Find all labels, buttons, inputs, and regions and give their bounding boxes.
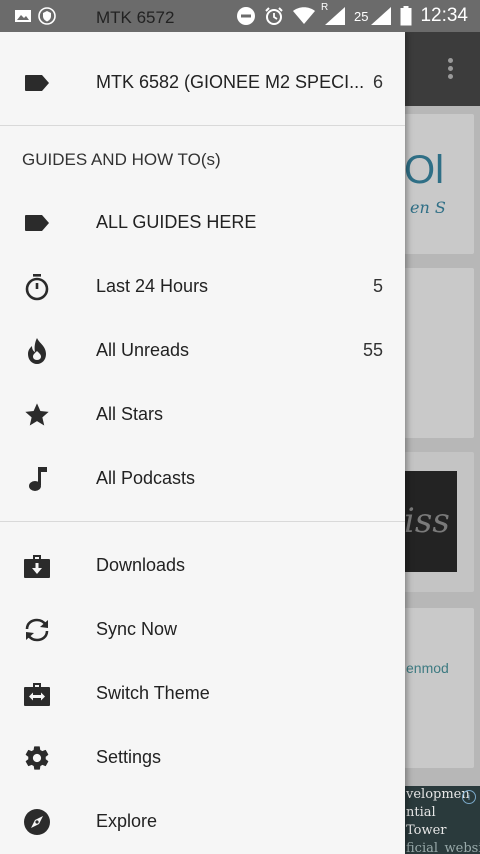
flame-icon — [22, 337, 52, 365]
unread-count: 55 — [362, 340, 383, 360]
status-bar-app-title: MTK 6572 — [96, 8, 175, 27]
cell-signal-icon-2 — [370, 6, 392, 26]
drawer-item-label: Explore — [96, 811, 158, 831]
roaming-indicator: R — [320, 2, 329, 13]
drawer-action-sync-now[interactable]: Sync Now — [0, 598, 405, 662]
card-text: enmod — [406, 660, 449, 676]
sync-icon — [22, 616, 52, 644]
section-header-guides: GUIDES AND HOW TO(s) — [22, 150, 221, 169]
ad-line: ntial Tower — [406, 805, 447, 838]
unread-count: 5 — [372, 276, 383, 296]
gear-icon — [22, 744, 52, 772]
divider — [0, 125, 405, 126]
drawer-action-explore[interactable]: Explore — [0, 790, 405, 854]
timer-icon — [22, 273, 52, 301]
notification-icons — [14, 6, 56, 26]
card-image-text: iss — [404, 471, 457, 572]
article-card[interactable] — [404, 608, 474, 768]
drawer-item-all-podcasts[interactable]: All Podcasts — [0, 447, 405, 511]
star-icon — [22, 401, 52, 429]
drawer-item-all-guides[interactable]: ALL GUIDES HERE — [0, 191, 405, 255]
download-briefcase-icon — [22, 552, 52, 580]
drawer-action-switch-theme[interactable]: Switch Theme — [0, 662, 405, 726]
divider — [0, 521, 405, 522]
image-notification-icon — [14, 8, 32, 24]
signal-label: 25 — [353, 8, 369, 24]
card-logo-text: Ol — [404, 150, 444, 190]
drawer-item-label: Downloads — [96, 555, 186, 575]
overflow-menu-icon[interactable] — [440, 55, 460, 85]
drawer-action-downloads[interactable]: Downloads — [0, 534, 405, 598]
drawer-action-settings[interactable]: Settings — [0, 726, 405, 790]
article-card[interactable] — [404, 268, 474, 438]
compass-icon — [22, 808, 52, 836]
drawer-item-label: Switch Theme — [96, 683, 210, 703]
drawer-item-label: All Podcasts — [96, 468, 196, 488]
drawer-item-label: Settings — [96, 747, 162, 767]
navigation-drawer: MTK 6582 (GIONEE M2 SPECI... 6 GUIDES AN… — [0, 32, 405, 854]
music-note-icon — [22, 465, 52, 493]
alarm-icon — [264, 6, 284, 26]
drawer-item-label: Sync Now — [96, 619, 178, 639]
drawer-item-label: All Stars — [96, 404, 164, 424]
switch-theme-icon — [22, 680, 52, 708]
drawer-item-label: All Unreads — [96, 340, 190, 360]
clock: 12:34 — [420, 5, 468, 26]
wifi-icon — [292, 7, 316, 25]
battery-icon — [400, 6, 412, 26]
ad-info-icon[interactable]: i — [462, 790, 476, 804]
label-tag-icon — [22, 209, 52, 237]
card-logo-subtext: en S — [410, 198, 446, 217]
status-bar: MTK 6572 R 25 12:34 — [0, 0, 480, 32]
label-tag-icon — [22, 69, 52, 97]
drawer-item-last-24-hours[interactable]: Last 24 Hours 5 — [0, 255, 405, 319]
unread-count: 6 — [372, 72, 383, 92]
drawer-item-label: Last 24 Hours — [96, 276, 209, 296]
shield-notification-icon — [38, 7, 56, 25]
do-not-disturb-icon — [236, 6, 256, 26]
cell-signal-icon: R — [321, 2, 346, 26]
drawer-item-all-unreads[interactable]: All Unreads 55 — [0, 319, 405, 383]
drawer-item-all-stars[interactable]: All Stars — [0, 383, 405, 447]
system-status-icons: R 25 12:34 — [236, 2, 468, 27]
drawer-item-mtk-6582[interactable]: MTK 6582 (GIONEE M2 SPECI... 6 — [0, 51, 405, 115]
drawer-item-label: ALL GUIDES HERE — [96, 212, 257, 232]
drawer-item-label: MTK 6582 (GIONEE M2 SPECI... — [96, 72, 365, 92]
ad-line: ficial_website — [406, 841, 480, 854]
